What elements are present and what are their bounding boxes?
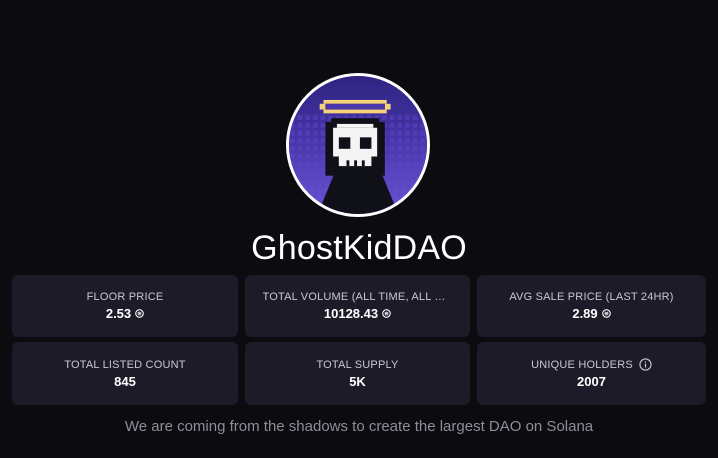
stat-value: 10128.43 [323, 306, 379, 321]
stat-card-total-supply: TOTAL SUPPLY 5K [245, 342, 470, 405]
stat-card-total-listed: TOTAL LISTED COUNT 845 [12, 342, 238, 405]
stat-card-avg-sale-price: AVG SALE PRICE (LAST 24HR) 2.89 [477, 275, 706, 337]
stat-value-wrap: 845 [114, 374, 136, 389]
collection-page: GhostKidDAO FLOOR PRICE 2.53 TOTAL VOLUM… [0, 0, 718, 458]
stat-label-wrap: UNIQUE HOLDERS [531, 358, 652, 371]
stat-label-wrap: TOTAL SUPPLY [316, 359, 398, 371]
stat-label: AVG SALE PRICE (LAST 24HR) [509, 291, 674, 303]
stat-label: TOTAL LISTED COUNT [64, 358, 186, 371]
collection-title: GhostKidDAO [251, 229, 467, 267]
stat-value: 845 [114, 373, 136, 389]
stats-grid: FLOOR PRICE 2.53 TOTAL VOLUME (ALL TIME,… [12, 275, 706, 405]
info-icon[interactable] [639, 358, 652, 371]
stat-label: UNIQUE HOLDERS [531, 358, 633, 371]
stat-value: 2007 [577, 374, 606, 389]
stat-value: 2.53 [105, 306, 132, 321]
stat-label-wrap: AVG SALE PRICE (LAST 24HR) [509, 291, 673, 303]
solana-icon [382, 309, 391, 318]
collection-description: We are coming from the shadows to create… [124, 418, 594, 435]
ghost-kid-icon [289, 76, 427, 214]
stat-value-wrap: 2007 [577, 374, 606, 389]
stat-card-unique-holders: UNIQUE HOLDERS 2007 [477, 342, 706, 405]
stat-label: TOTAL VOLUME (ALL TIME, ALL MA... [262, 291, 453, 303]
stat-value: 5K [349, 373, 366, 389]
stat-value-wrap: 2.53 [106, 306, 144, 321]
stat-value-wrap: 5K [349, 374, 366, 389]
stat-label-wrap: FLOOR PRICE [87, 291, 164, 303]
stat-card-total-volume: TOTAL VOLUME (ALL TIME, ALL MA... 10128.… [245, 275, 470, 337]
collection-avatar [286, 73, 430, 217]
solana-icon [601, 309, 611, 318]
solana-icon [135, 309, 144, 318]
stat-label-wrap: TOTAL LISTED COUNT [64, 359, 185, 371]
stat-label-wrap: TOTAL VOLUME (ALL TIME, ALL MA... [263, 291, 453, 303]
stat-card-floor-price: FLOOR PRICE 2.53 [12, 275, 238, 337]
stat-value: 2.89 [572, 306, 598, 321]
stat-label: FLOOR PRICE [86, 291, 164, 303]
stat-value-wrap: 10128.43 [324, 306, 391, 321]
stat-label: TOTAL SUPPLY [316, 358, 399, 371]
stat-value-wrap: 2.89 [572, 306, 611, 321]
